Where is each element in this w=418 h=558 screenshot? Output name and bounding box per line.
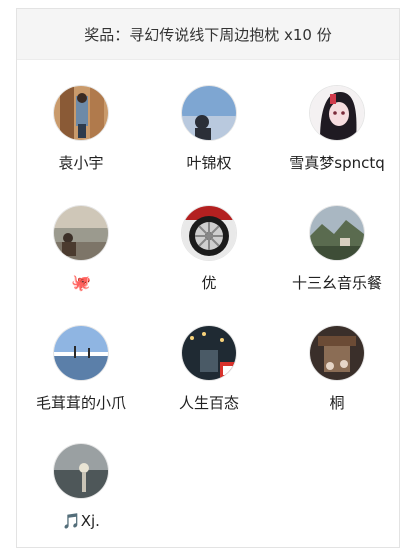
sunset-sea-photo (54, 444, 108, 498)
avatar[interactable] (54, 206, 108, 260)
winner-item[interactable]: 毛茸茸的小爪 (17, 326, 145, 412)
winner-name: 🐙 (71, 273, 91, 292)
night-street-photo (182, 326, 236, 380)
avatar[interactable] (182, 326, 236, 380)
winner-item[interactable]: 袁小宇 (17, 86, 145, 172)
winner-item[interactable]: 优 (145, 206, 273, 292)
prize-text: 奖品：寻幻传说线下周边抱枕 x10 份 (84, 25, 332, 44)
anime-girl-illustration (310, 86, 364, 140)
winner-name: 人生百态 (178, 394, 239, 412)
winner-name: 桐 (329, 394, 345, 412)
winner-name: 优 (201, 274, 217, 292)
avatar[interactable] (310, 206, 364, 260)
avatar[interactable] (310, 326, 364, 380)
prize-header: 奖品：寻幻传说线下周边抱枕 x10 份 (17, 9, 399, 60)
winner-name: 雪真梦spnctq (289, 154, 385, 172)
temple-street-photo (310, 326, 364, 380)
winner-item[interactable]: 🎵Xj. (17, 444, 145, 530)
avatar[interactable] (310, 86, 364, 140)
winner-name: 十三幺音乐餐 (291, 274, 382, 292)
avatar[interactable] (54, 444, 108, 498)
winners-card: 奖品：寻幻传说线下周边抱枕 x10 份 袁小宇 叶锦权 雪真梦spnctq 🐙 … (16, 8, 400, 548)
beach-horizon-photo (54, 326, 108, 380)
winner-name: 袁小宇 (58, 154, 104, 172)
avatar[interactable] (182, 86, 236, 140)
avatar[interactable] (54, 326, 108, 380)
silhouette-against-sky-photo (182, 86, 236, 140)
winner-item[interactable]: 雪真梦spnctq (273, 86, 401, 172)
person-by-lake-photo (54, 206, 108, 260)
boy-in-doorway-photo (54, 86, 108, 140)
winner-item[interactable]: 桐 (273, 326, 401, 412)
winner-name: 毛茸茸的小爪 (35, 394, 126, 412)
winner-name: 叶锦权 (186, 154, 232, 172)
winner-item[interactable]: 十三幺音乐餐 (273, 206, 401, 292)
winner-item[interactable]: 叶锦权 (145, 86, 273, 172)
avatar[interactable] (182, 206, 236, 260)
winner-item[interactable]: 人生百态 (145, 326, 273, 412)
winner-name: 🎵Xj. (62, 512, 100, 530)
avatar[interactable] (54, 86, 108, 140)
mountain-landscape-photo (310, 206, 364, 260)
car-wheel-photo (182, 206, 236, 260)
winner-item[interactable]: 🐙 (17, 206, 145, 292)
